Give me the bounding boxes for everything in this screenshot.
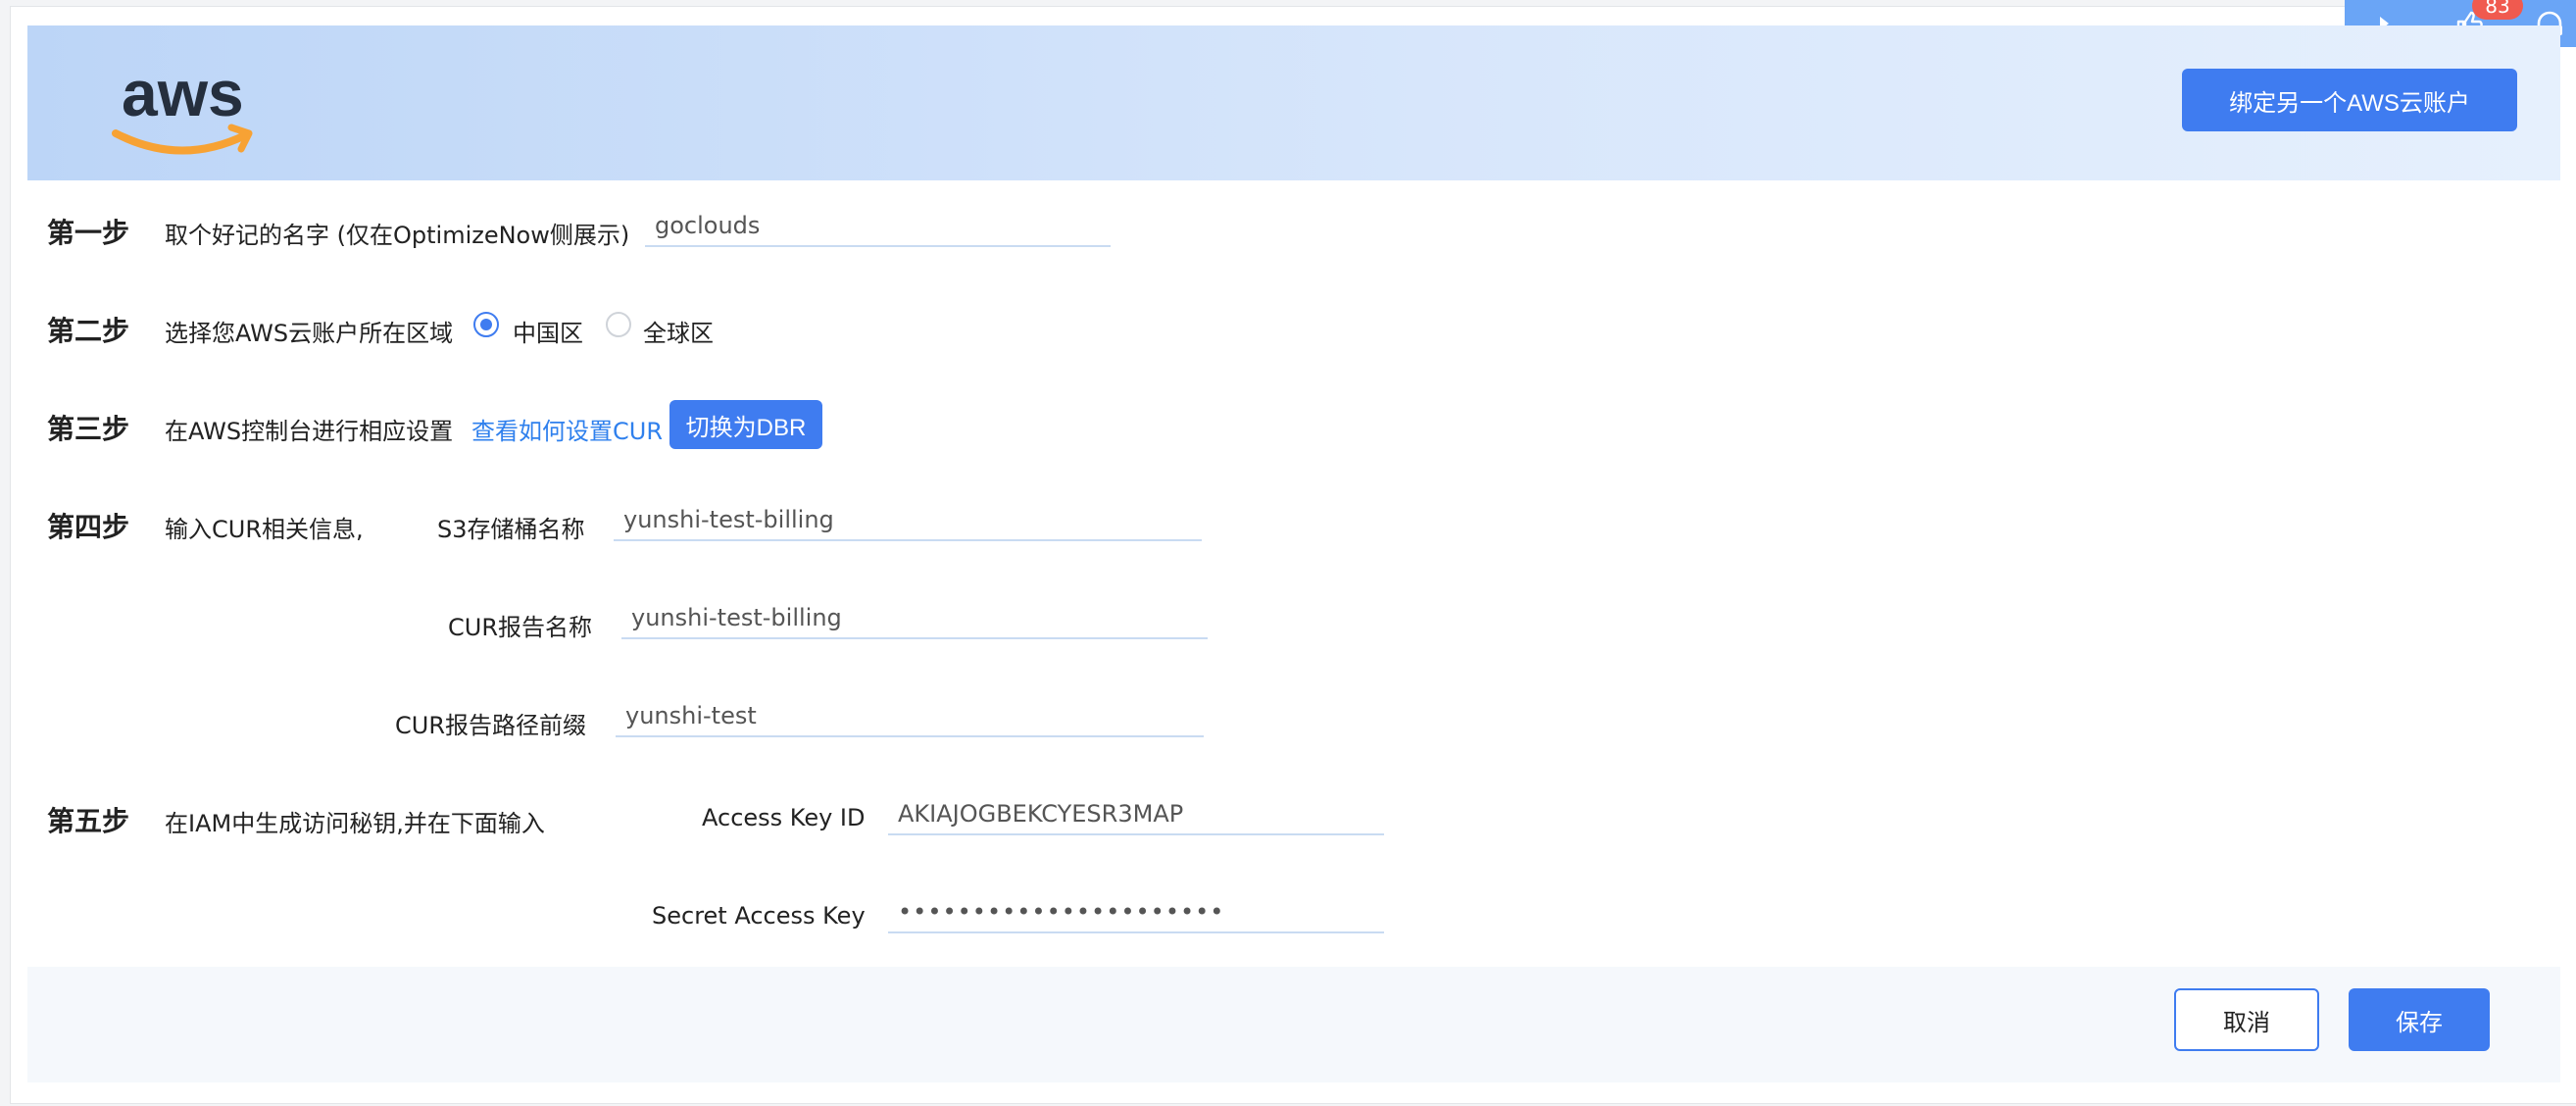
bind-another-account-button[interactable]: 绑定另一个AWS云账户 (2182, 69, 2517, 131)
region-china-radio[interactable] (473, 312, 499, 337)
cur-report-prefix-input[interactable]: yunshi-test (616, 696, 1204, 737)
s3-bucket-input[interactable]: yunshi-test-billing (614, 500, 1202, 541)
how-to-setup-cur-link[interactable]: 查看如何设置CUR (471, 412, 663, 446)
access-key-id-label: Access Key ID (702, 804, 866, 831)
save-button[interactable]: 保存 (2349, 988, 2490, 1051)
step1-label: 第一步 (47, 217, 130, 249)
header-banner: aws 绑定另一个AWS云账户 (27, 25, 2560, 180)
step2-label: 第二步 (47, 315, 130, 347)
region-global-label[interactable]: 全球区 (643, 314, 714, 348)
access-key-id-input[interactable]: AKIAJOGBEKCYESR3MAP (888, 794, 1384, 835)
step4-description: 输入CUR相关信息, (165, 516, 364, 543)
secret-access-key-label: Secret Access Key (652, 902, 866, 930)
step3-description: 在AWS控制台进行相应设置 (165, 418, 454, 445)
step2-description: 选择您AWS云账户所在区域 (165, 320, 454, 347)
step5-description: 在IAM中生成访问秘钥,并在下面输入 (165, 810, 545, 837)
step5-label: 第五步 (47, 805, 130, 837)
cur-report-prefix-label: CUR报告路径前缀 (395, 712, 586, 739)
step4-label: 第四步 (47, 511, 130, 543)
notification-badge: 83 (2472, 0, 2523, 20)
cur-report-name-input[interactable]: yunshi-test-billing (621, 598, 1208, 639)
step1-description: 取个好记的名字 (仅在OptimizeNow侧展示) (165, 222, 630, 249)
switch-to-dbr-button[interactable]: 切换为DBR (669, 400, 822, 449)
s3-bucket-label: S3存储桶名称 (437, 516, 585, 543)
cur-report-name-label: CUR报告名称 (448, 614, 592, 641)
account-name-input[interactable]: goclouds (645, 206, 1111, 247)
step3-label: 第三步 (47, 413, 130, 445)
aws-logo-text: aws (122, 57, 244, 129)
region-global-radio[interactable] (606, 312, 631, 337)
aws-logo: aws (112, 57, 253, 155)
cancel-button[interactable]: 取消 (2174, 988, 2319, 1051)
secret-access-key-input[interactable]: •••••••••••••••••••••• (888, 892, 1384, 933)
region-china-label[interactable]: 中国区 (513, 314, 583, 348)
